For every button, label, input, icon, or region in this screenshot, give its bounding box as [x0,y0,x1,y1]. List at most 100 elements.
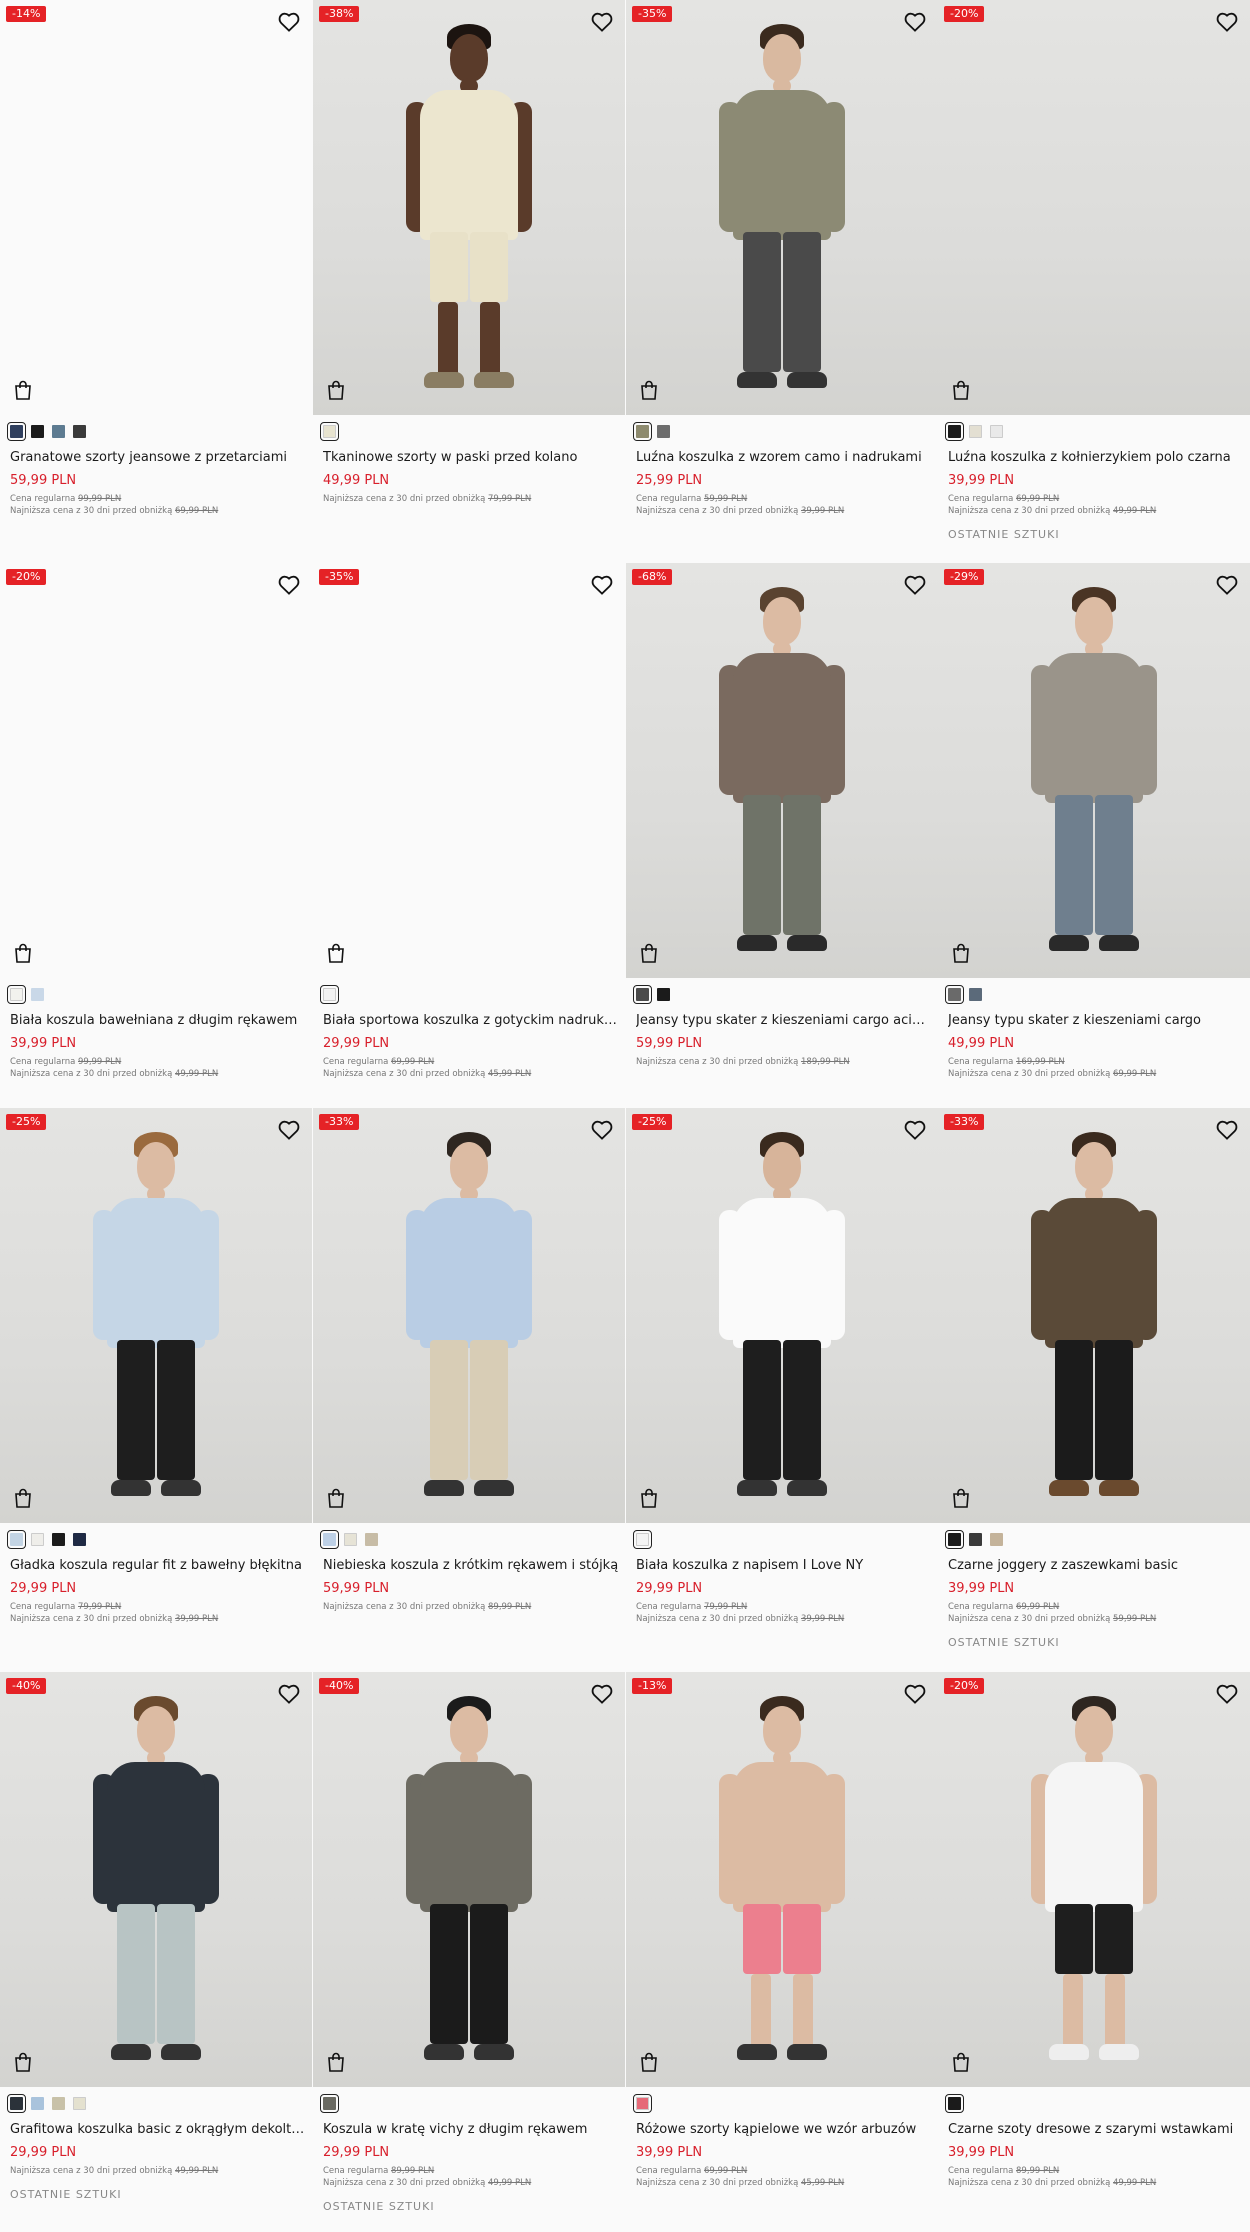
wishlist-heart-icon[interactable] [1216,1120,1238,1140]
color-swatch[interactable] [633,985,652,1004]
wishlist-heart-icon[interactable] [904,1684,926,1704]
product-image[interactable] [0,1672,312,2087]
product-image[interactable] [313,1108,625,1523]
color-swatch[interactable] [969,1533,982,1546]
product-image[interactable] [938,1108,1250,1523]
product-image[interactable] [626,0,938,415]
add-to-bag-icon[interactable] [640,380,658,400]
product-card[interactable]: -25% Gładka koszula regular fit z bawełny… [0,1108,312,1653]
add-to-bag-icon[interactable] [952,943,970,963]
add-to-bag-icon[interactable] [14,1488,32,1508]
color-swatch[interactable] [7,2094,26,2113]
wishlist-heart-icon[interactable] [1216,1684,1238,1704]
product-name[interactable]: Biała koszulka z napisem I Love NY [636,1558,932,1573]
color-swatch[interactable] [31,988,44,1001]
product-card[interactable]: -25% Biała koszulka z napisem I Love NY 29… [626,1108,938,1653]
color-swatch[interactable] [657,425,670,438]
product-name[interactable]: Tkaninowe szorty w paski przed kolano [323,450,619,465]
product-name[interactable]: Jeansy typu skater z kieszeniami cargo [948,1013,1244,1028]
product-card[interactable]: -68% Jeansy typu skater z kieszeniami car… [626,563,938,1108]
wishlist-heart-icon[interactable] [904,1120,926,1140]
product-card[interactable]: -33% Czarne joggery z zaszewkami basic 39,… [938,1108,1250,1653]
color-swatch[interactable] [7,985,26,1004]
product-card[interactable]: -14% Granatowe szorty jeansowe z przetarc… [0,0,312,545]
color-swatch[interactable] [657,988,670,1001]
wishlist-heart-icon[interactable] [591,575,613,595]
product-name[interactable]: Niebieska koszula z krótkim rękawem i st… [323,1558,619,1573]
color-swatch[interactable] [52,1533,65,1546]
product-image[interactable] [626,1672,938,2087]
color-swatch[interactable] [73,1533,86,1546]
color-swatch[interactable] [945,422,964,441]
product-image[interactable] [938,0,1250,415]
product-card[interactable]: -40% Koszula w kratę vichy z długim rękaw… [313,1672,625,2217]
add-to-bag-icon[interactable] [14,380,32,400]
color-swatch[interactable] [344,1533,357,1546]
color-swatch[interactable] [7,1530,26,1549]
product-name[interactable]: Biała koszula bawełniana z długim rękawe… [10,1013,306,1028]
product-card[interactable]: -40% Grafitowa koszulka basic z okrągłym … [0,1672,312,2217]
product-image[interactable] [0,1108,312,1523]
product-name[interactable]: Grafitowa koszulka basic z okrągłym deko… [10,2122,306,2137]
wishlist-heart-icon[interactable] [278,1120,300,1140]
wishlist-heart-icon[interactable] [591,1684,613,1704]
color-swatch[interactable] [31,1533,44,1546]
color-swatch[interactable] [52,425,65,438]
color-swatch[interactable] [945,2094,964,2113]
wishlist-heart-icon[interactable] [904,12,926,32]
product-name[interactable]: Różowe szorty kąpielowe we wzór arbuzów [636,2122,932,2137]
color-swatch[interactable] [7,422,26,441]
color-swatch[interactable] [633,422,652,441]
product-name[interactable]: Czarne joggery z zaszewkami basic [948,1558,1244,1573]
color-swatch[interactable] [633,1530,652,1549]
color-swatch[interactable] [633,2094,652,2113]
product-image[interactable] [313,563,625,978]
wishlist-heart-icon[interactable] [278,1684,300,1704]
product-name[interactable]: Jeansy typu skater z kieszeniami cargo a… [636,1013,932,1028]
add-to-bag-icon[interactable] [640,943,658,963]
color-swatch[interactable] [73,2097,86,2110]
product-card[interactable]: -38% Tkaninowe szorty w paski przed kolan… [313,0,625,545]
product-name[interactable]: Czarne szoty dresowe z szarymi wstawkami [948,2122,1244,2137]
color-swatch[interactable] [320,1530,339,1549]
product-name[interactable]: Luźna koszulka z kołnierzykiem polo czar… [948,450,1244,465]
product-card[interactable]: -20% Czarne szoty dresowe z szarymi wstaw… [938,1672,1250,2217]
product-image[interactable] [0,563,312,978]
add-to-bag-icon[interactable] [952,1488,970,1508]
product-card[interactable]: -29% Jeansy typu skater z kieszeniami car… [938,563,1250,1108]
wishlist-heart-icon[interactable] [278,12,300,32]
product-image[interactable] [626,563,938,978]
add-to-bag-icon[interactable] [14,2052,32,2072]
product-card[interactable]: -20% Luźna koszulka z kołnierzykiem polo … [938,0,1250,545]
color-swatch[interactable] [31,2097,44,2110]
product-card[interactable]: -35% Luźna koszulka z wzorem camo i nadru… [626,0,938,545]
product-image[interactable] [938,1672,1250,2087]
product-card[interactable]: -20% Biała koszula bawełniana z długim rę… [0,563,312,1108]
product-name[interactable]: Gładka koszula regular fit z bawełny błę… [10,1558,306,1573]
color-swatch[interactable] [365,1533,378,1546]
color-swatch[interactable] [990,425,1003,438]
product-image[interactable] [626,1108,938,1523]
color-swatch[interactable] [945,985,964,1004]
wishlist-heart-icon[interactable] [278,575,300,595]
color-swatch[interactable] [320,2094,339,2113]
product-name[interactable]: Granatowe szorty jeansowe z przetarciami [10,450,306,465]
add-to-bag-icon[interactable] [327,2052,345,2072]
product-image[interactable] [938,563,1250,978]
wishlist-heart-icon[interactable] [1216,575,1238,595]
add-to-bag-icon[interactable] [327,380,345,400]
color-swatch[interactable] [73,425,86,438]
product-name[interactable]: Luźna koszulka z wzorem camo i nadrukami [636,450,932,465]
wishlist-heart-icon[interactable] [904,575,926,595]
color-swatch[interactable] [990,1533,1003,1546]
color-swatch[interactable] [52,2097,65,2110]
add-to-bag-icon[interactable] [952,2052,970,2072]
product-card[interactable]: -33% Niebieska koszula z krótkim rękawem … [313,1108,625,1653]
product-image[interactable] [313,1672,625,2087]
wishlist-heart-icon[interactable] [1216,12,1238,32]
add-to-bag-icon[interactable] [952,380,970,400]
product-image[interactable] [0,0,312,415]
add-to-bag-icon[interactable] [640,2052,658,2072]
product-name[interactable]: Koszula w kratę vichy z długim rękawem [323,2122,619,2137]
product-card[interactable]: -13% Różowe szorty kąpielowe we wzór arbu… [626,1672,938,2217]
